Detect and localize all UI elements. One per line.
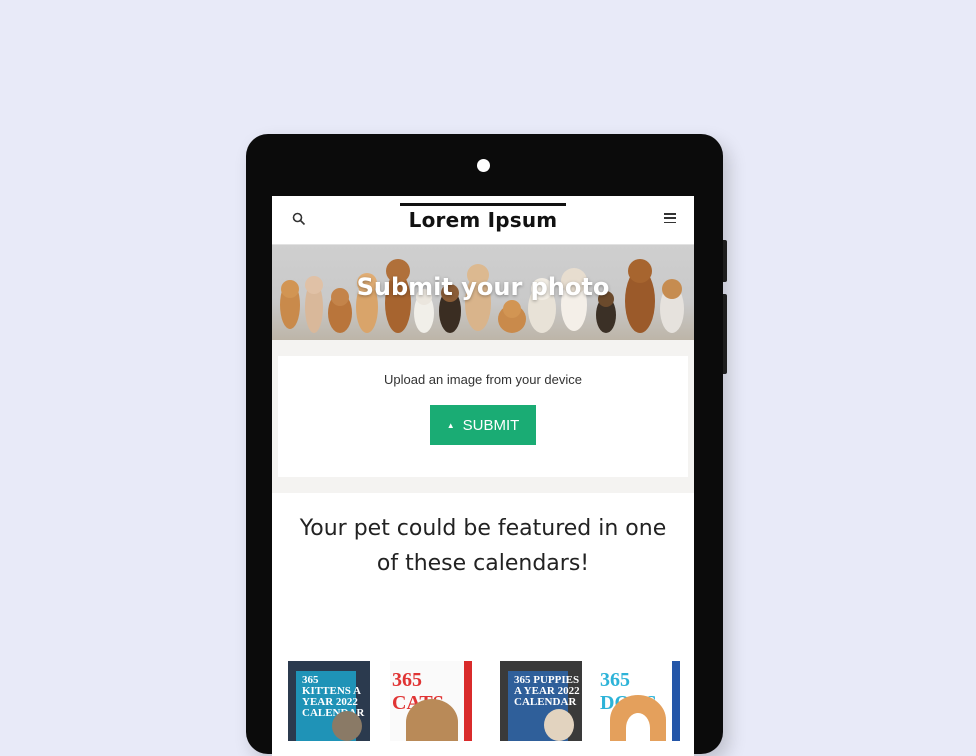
upload-section: Upload an image from your device ▲ SUBMI… bbox=[272, 340, 694, 493]
tablet-screen: Lorem Ipsum Submit your photo Upload an … bbox=[272, 196, 694, 756]
feature-heading: Your pet could be featured in one of the… bbox=[272, 493, 694, 581]
hero-title: Submit your photo bbox=[356, 273, 610, 301]
calendar-cover-kittens[interactable]: 365 KITTENS A YEAR 2022 CALENDAR bbox=[288, 661, 370, 741]
site-header: Lorem Ipsum bbox=[272, 196, 694, 245]
site-logo[interactable]: Lorem Ipsum bbox=[272, 208, 694, 232]
calendar-cover-cats[interactable]: 365 CATS bbox=[390, 661, 472, 741]
hero-banner: Submit your photo bbox=[272, 245, 694, 340]
upload-prompt: Upload an image from your device bbox=[384, 372, 582, 387]
submit-button-label: SUBMIT bbox=[462, 416, 520, 434]
logo-bar bbox=[400, 203, 566, 206]
power-button bbox=[723, 294, 727, 374]
volume-button bbox=[723, 240, 727, 282]
up-arrow-icon: ▲ bbox=[446, 420, 455, 430]
calendar-title: 365 KITTENS A YEAR 2022 CALENDAR bbox=[302, 674, 365, 719]
feature-heading-line-2: of these calendars! bbox=[376, 551, 590, 576]
submit-button[interactable]: ▲ SUBMIT bbox=[430, 405, 536, 445]
calendar-title: 365 PUPPIES A YEAR 2022 CALENDAR bbox=[514, 674, 580, 708]
hamburger-menu-icon[interactable] bbox=[664, 213, 676, 224]
calendar-cover-dogs[interactable]: 365 DOGS bbox=[598, 661, 680, 741]
feature-heading-line-1: Your pet could be featured in one bbox=[299, 516, 667, 541]
upload-card: Upload an image from your device ▲ SUBMI… bbox=[278, 356, 688, 477]
calendar-cover-puppies[interactable]: 365 PUPPIES A YEAR 2022 CALENDAR bbox=[500, 661, 582, 741]
tablet-device: Lorem Ipsum Submit your photo Upload an … bbox=[246, 134, 727, 756]
front-camera bbox=[477, 159, 490, 172]
